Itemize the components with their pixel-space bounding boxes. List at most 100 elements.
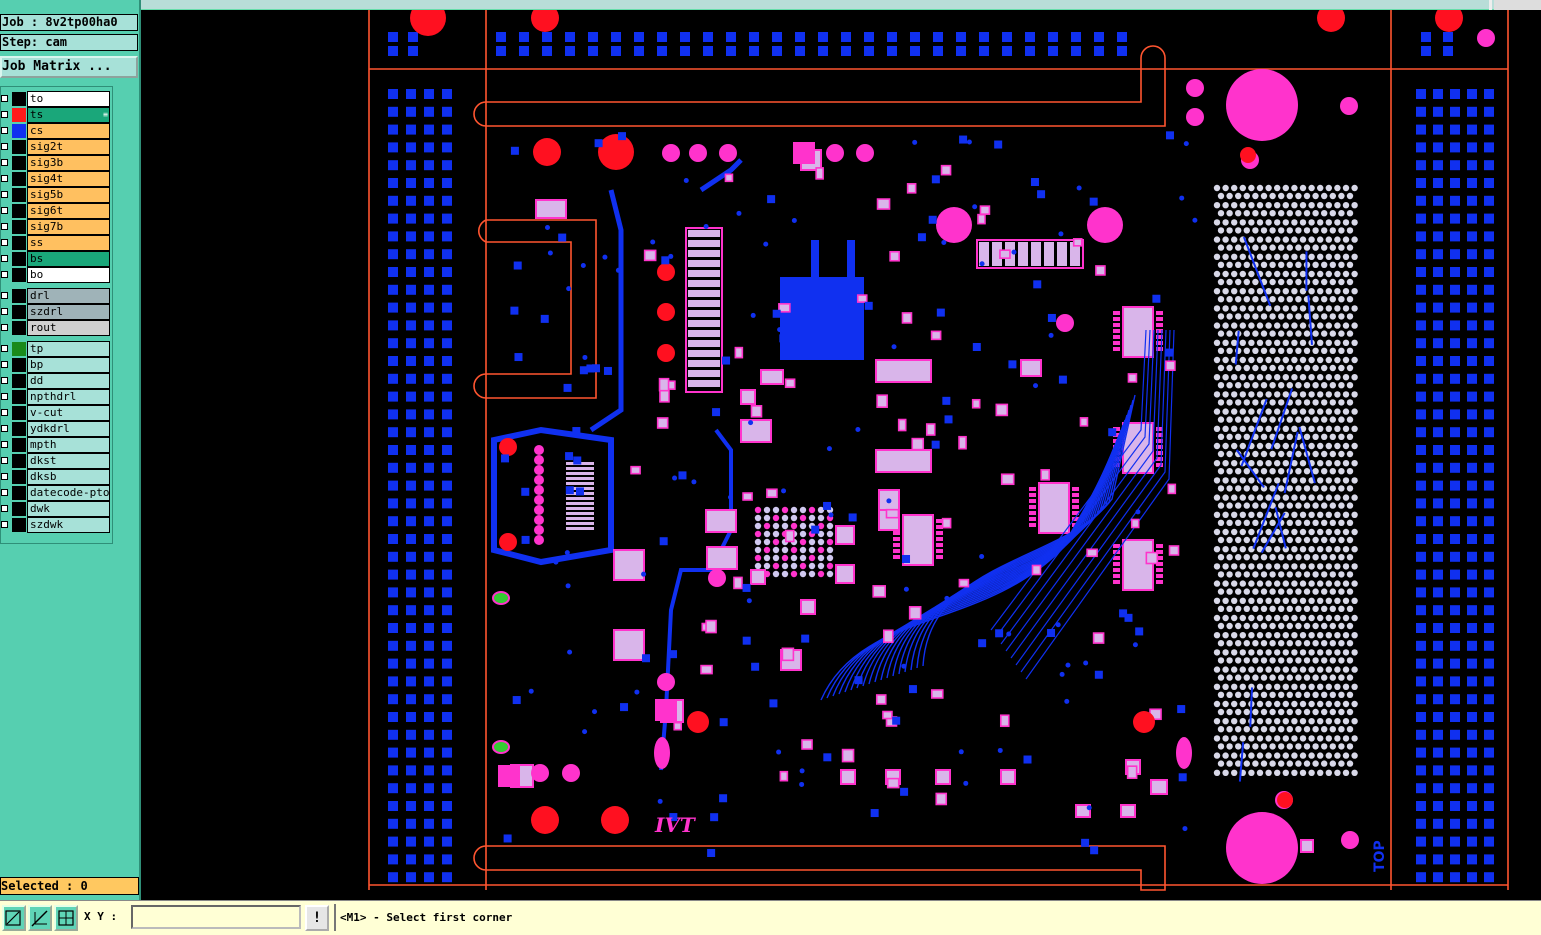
layer-row-bo[interactable]: bo [1, 267, 111, 283]
layer-row-v-cut[interactable]: v-cut [1, 405, 111, 421]
grid-button[interactable] [54, 905, 78, 931]
layer-row-npthdrl[interactable]: npthdrl [1, 389, 111, 405]
layer-checkbox[interactable] [1, 239, 8, 246]
layer-row-szdwk[interactable]: szdwk [1, 517, 111, 533]
layer-checkbox[interactable] [1, 377, 8, 384]
layer-row-dwk[interactable]: dwk [1, 501, 111, 517]
layer-checkbox[interactable] [1, 489, 8, 496]
layer-checkbox[interactable] [1, 223, 8, 230]
layer-checkbox[interactable] [1, 111, 8, 118]
layer-checkbox[interactable] [1, 127, 8, 134]
layer-color-swatch[interactable] [12, 422, 26, 436]
layer-color-swatch[interactable] [12, 438, 26, 452]
layer-color-swatch[interactable] [12, 406, 26, 420]
layer-color-swatch[interactable] [12, 220, 26, 234]
layer-checkbox[interactable] [1, 175, 8, 182]
job-matrix-button[interactable]: Job Matrix ... [0, 56, 138, 78]
layer-color-swatch[interactable] [12, 188, 26, 202]
layer-row-dd[interactable]: dd [1, 373, 111, 389]
layer-checkbox[interactable] [1, 159, 8, 166]
layer-checkbox[interactable] [1, 457, 8, 464]
layer-color-swatch[interactable] [12, 454, 26, 468]
layer-row-cs[interactable]: cs [1, 123, 111, 139]
fpc-pad [534, 505, 544, 515]
layer-color-swatch[interactable] [12, 486, 26, 500]
layer-color-swatch[interactable] [12, 342, 26, 356]
layer-row-datecode-pto[interactable]: datecode-pto [1, 485, 111, 501]
edge-via-pad [1484, 249, 1494, 260]
bga-ball [1342, 614, 1350, 622]
layer-color-swatch[interactable] [12, 92, 26, 106]
layer-checkbox[interactable] [1, 207, 8, 214]
qfn-lead [1072, 505, 1079, 509]
layer-row-szdrl[interactable]: szdrl [1, 304, 111, 320]
layer-row-sig3b[interactable]: sig3b [1, 155, 111, 171]
layer-row-ss[interactable]: ss [1, 235, 111, 251]
layer-row-sig7b[interactable]: sig7b [1, 219, 111, 235]
layer-color-swatch[interactable] [12, 268, 26, 282]
layer-color-swatch[interactable] [12, 204, 26, 218]
layer-row-dksb[interactable]: dksb [1, 469, 111, 485]
layer-row-ts[interactable]: ts ≡ [1, 107, 111, 123]
layer-checkbox[interactable] [1, 345, 8, 352]
layer-row-tp[interactable]: tp [1, 341, 111, 357]
layer-color-swatch[interactable] [12, 252, 26, 266]
layer-checkbox[interactable] [1, 191, 8, 198]
pcb-view[interactable]: IVTTOP [141, 10, 1541, 900]
layer-checkbox[interactable] [1, 324, 8, 331]
layer-color-swatch[interactable] [12, 108, 26, 122]
layer-color-swatch[interactable] [12, 172, 26, 186]
layer-row-bp[interactable]: bp [1, 357, 111, 373]
zoom-area-button[interactable] [2, 905, 26, 931]
layer-color-swatch[interactable] [12, 358, 26, 372]
graphic-canvas[interactable]: IVT TOP [141, 10, 1541, 900]
layer-row-sig5b[interactable]: sig5b [1, 187, 111, 203]
layer-color-swatch[interactable] [12, 374, 26, 388]
qfn-lead [1029, 511, 1036, 515]
bga-ball [1312, 416, 1319, 423]
layer-row-bs[interactable]: bs [1, 251, 111, 267]
layer-color-swatch[interactable] [12, 470, 26, 484]
layer-row-sig2t[interactable]: sig2t [1, 139, 111, 155]
layer-row-sig4t[interactable]: sig4t [1, 171, 111, 187]
layer-checkbox[interactable] [1, 292, 8, 299]
layer-color-swatch[interactable] [12, 305, 26, 319]
layer-checkbox[interactable] [1, 409, 8, 416]
layer-checkbox[interactable] [1, 393, 8, 400]
layer-color-swatch[interactable] [12, 140, 26, 154]
xy-input[interactable] [131, 905, 301, 929]
layer-checkbox[interactable] [1, 521, 8, 528]
bga-ball [1317, 718, 1324, 725]
layer-color-swatch[interactable] [12, 390, 26, 404]
layer-color-swatch[interactable] [12, 321, 26, 335]
layer-checkbox[interactable] [1, 473, 8, 480]
layer-checkbox[interactable] [1, 143, 8, 150]
layer-color-swatch[interactable] [12, 124, 26, 138]
layer-checkbox[interactable] [1, 255, 8, 262]
layer-checkbox[interactable] [1, 308, 8, 315]
bga-ball [1260, 691, 1268, 698]
bga-ball [1308, 219, 1315, 226]
layer-row-to[interactable]: to [1, 91, 111, 107]
layer-color-swatch[interactable] [12, 518, 26, 532]
layer-checkbox[interactable] [1, 505, 8, 512]
layer-checkbox[interactable] [1, 271, 8, 278]
zoom-cursor-button[interactable] [28, 905, 52, 931]
layer-row-drl[interactable]: drl [1, 288, 111, 304]
bga-ball [1222, 236, 1229, 243]
layer-color-swatch[interactable] [12, 289, 26, 303]
layer-checkbox[interactable] [1, 95, 8, 102]
layer-color-swatch[interactable] [12, 156, 26, 170]
layer-color-swatch[interactable] [12, 502, 26, 516]
alert-button[interactable]: ! [305, 905, 329, 931]
layer-checkbox[interactable] [1, 361, 8, 368]
layer-checkbox[interactable] [1, 441, 8, 448]
layer-color-swatch[interactable] [12, 236, 26, 250]
layer-row-dkst[interactable]: dkst [1, 453, 111, 469]
layer-row-ydkdrl[interactable]: ydkdrl [1, 421, 111, 437]
layer-checkbox[interactable] [1, 425, 8, 432]
layer-row-rout[interactable]: rout [1, 320, 111, 336]
layer-row-mpth[interactable]: mpth [1, 437, 111, 453]
layer-row-sig6t[interactable]: sig6t [1, 203, 111, 219]
edge-via-pad [1484, 480, 1494, 491]
